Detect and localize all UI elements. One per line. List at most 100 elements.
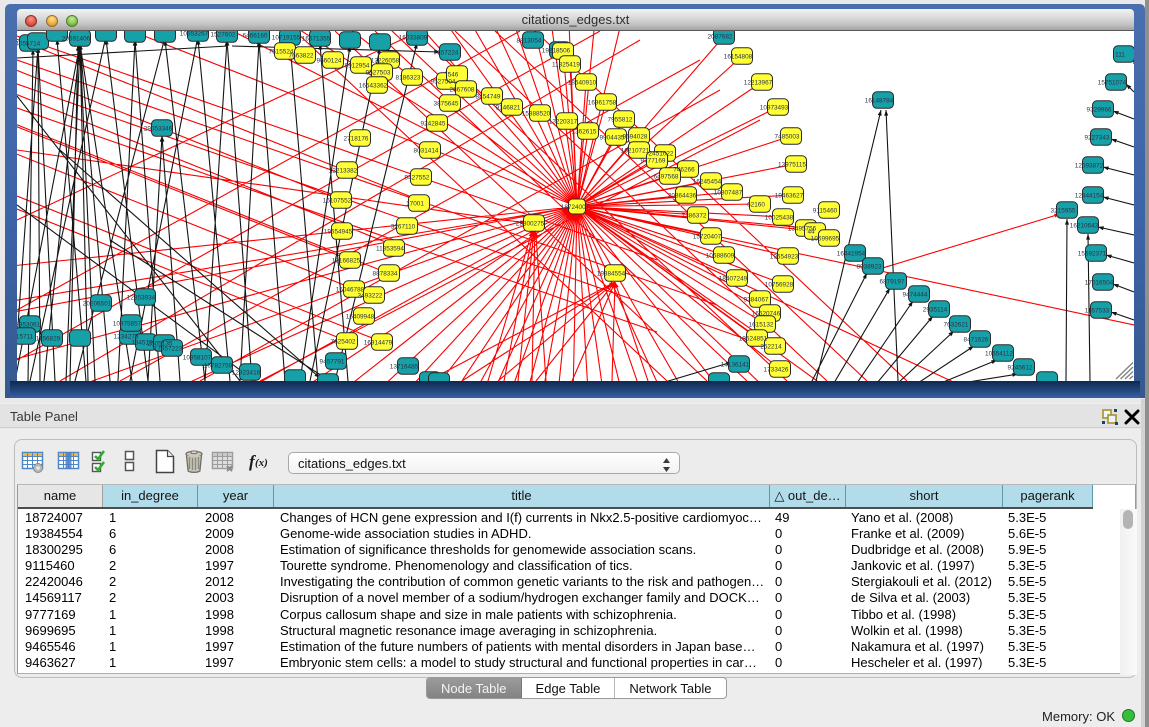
svg-text:16671355: 16671355 [302,35,331,42]
svg-text:3267110: 3267110 [391,223,416,230]
svg-text:17001: 17001 [406,200,424,207]
svg-text:7632621: 7632621 [944,321,969,328]
svg-text:9245612: 9245612 [1008,364,1033,371]
svg-text:18953061: 18953061 [17,321,41,328]
svg-text:15388520: 15388520 [522,110,551,117]
svg-text:19384554: 19384554 [597,270,626,277]
svg-text:16441954: 16441954 [837,250,866,257]
svg-text:7625402: 7625402 [331,338,356,345]
svg-text:9777169: 9777169 [641,157,666,164]
svg-text:1156829: 1156829 [36,335,61,342]
svg-text:9527503: 9527503 [366,69,391,76]
svg-text:19218506: 19218506 [542,47,571,54]
svg-text:20691406: 20691406 [62,35,91,42]
svg-text:25300275: 25300275 [516,220,545,227]
svg-text:10025438: 10025438 [765,214,794,221]
svg-text:14055714: 14055714 [17,40,41,47]
svg-text:9694028: 9694028 [623,133,648,140]
svg-text:14136141: 14136141 [721,361,750,368]
svg-text:15751074: 15751074 [1098,79,1127,86]
svg-text:16914479: 16914479 [364,339,393,346]
svg-text:10807487: 10807487 [714,189,743,196]
svg-text:2935114: 2935114 [923,306,948,313]
svg-text:16107552: 16107552 [323,197,352,204]
svg-text:8031414: 8031414 [414,147,439,154]
svg-text:13524851: 13524851 [739,335,768,342]
svg-text:8912954: 8912954 [345,62,370,69]
svg-text:9527504: 9527504 [431,78,456,85]
svg-text:7386372: 7386372 [682,212,707,219]
svg-text:18724007: 18724007 [561,204,590,211]
svg-text:17016504: 17016504 [1085,279,1114,286]
svg-text:10699695: 10699695 [811,235,840,242]
svg-text:9660124: 9660124 [317,57,342,64]
svg-text:12213382: 12213382 [329,167,358,174]
svg-text:12923416: 12923416 [232,369,261,376]
svg-text:10654112: 10654112 [985,350,1013,357]
svg-text:6879197: 6879197 [880,278,905,285]
svg-text:20206501: 20206501 [83,300,112,307]
svg-text:12353934: 12353934 [127,294,156,301]
svg-text:10975857: 10975857 [113,320,142,327]
svg-text:11325419: 11325419 [552,61,580,68]
svg-text:9115460: 9115460 [813,207,838,214]
svg-text:9242845: 9242845 [421,120,446,127]
svg-text:7955812: 7955812 [608,116,633,123]
svg-text:16782759: 16782759 [204,362,233,369]
svg-text:10653267: 10653267 [180,31,209,37]
svg-text:19654923: 19654923 [770,253,799,260]
svg-text:8813054: 8813054 [517,37,542,44]
svg-text:9329966: 9329966 [1087,106,1112,113]
svg-text:8454749: 8454749 [476,93,501,100]
svg-text:7357224: 7357224 [434,49,459,56]
svg-text:12093872: 12093872 [1075,162,1104,169]
svg-text:29053346: 29053346 [144,125,173,132]
svg-text:12444154: 12444154 [1075,192,1104,199]
svg-text:16033809: 16033809 [399,34,428,41]
svg-text:8471626: 8471626 [964,336,989,343]
svg-text:10688609: 10688609 [706,252,735,259]
svg-text:10973493: 10973493 [760,104,789,111]
svg-text:8938923: 8938923 [857,263,882,270]
svg-text:2451022: 2451022 [649,150,674,157]
svg-text:11353594: 11353594 [376,245,404,252]
svg-text:8878334: 8878334 [373,270,398,277]
svg-text:1615132: 1615132 [749,321,774,328]
svg-text:(x): (x) [255,457,268,469]
svg-text:9384067: 9384067 [744,296,769,303]
svg-text:1733426: 1733426 [764,366,789,373]
svg-text:15692371: 15692371 [1078,250,1107,257]
svg-text:9474444: 9474444 [903,291,928,298]
svg-text:2087682: 2087682 [708,33,733,40]
svg-text:16154808: 16154808 [724,53,753,60]
svg-text:2718176: 2718176 [344,135,369,142]
svg-text:9227343: 9227343 [1085,134,1110,141]
svg-text:62160: 62160 [747,201,765,208]
svg-text:13975115: 13975115 [778,161,806,168]
svg-text:44: 44 [807,228,815,235]
svg-text:18407249: 18407249 [719,275,748,282]
svg-text:3215955: 3215955 [1051,207,1076,214]
svg-text:19166825: 19166825 [332,257,361,264]
svg-text:9427552: 9427552 [405,174,430,181]
svg-text:16210643: 16210643 [1070,222,1099,229]
svg-text:1362615: 1362615 [572,128,597,135]
svg-text:16148784: 16148784 [865,97,894,104]
svg-text:10958107: 10958107 [183,354,212,361]
svg-text:7663822: 7663822 [289,52,314,59]
svg-text:3493222: 3493222 [358,292,383,299]
svg-text:20364436: 20364436 [668,192,697,199]
svg-text:16245454: 16245454 [693,178,722,185]
svg-text:1167533: 1167533 [1085,307,1110,314]
svg-text:16520746: 16520746 [752,310,781,317]
svg-text:3915711: 3915711 [17,333,34,340]
svg-text:9146821: 9146821 [496,104,521,111]
svg-text:8186323: 8186323 [396,74,421,81]
svg-text:546: 546 [448,71,459,78]
svg-text:16409948: 16409948 [346,313,375,320]
svg-text:17957223: 17957223 [154,345,183,352]
svg-text:15720407: 15720407 [693,233,722,240]
svg-text:13716485: 13716485 [390,363,419,370]
svg-text:7485003: 7485003 [775,133,800,140]
svg-text:9457791: 9457791 [320,358,345,365]
